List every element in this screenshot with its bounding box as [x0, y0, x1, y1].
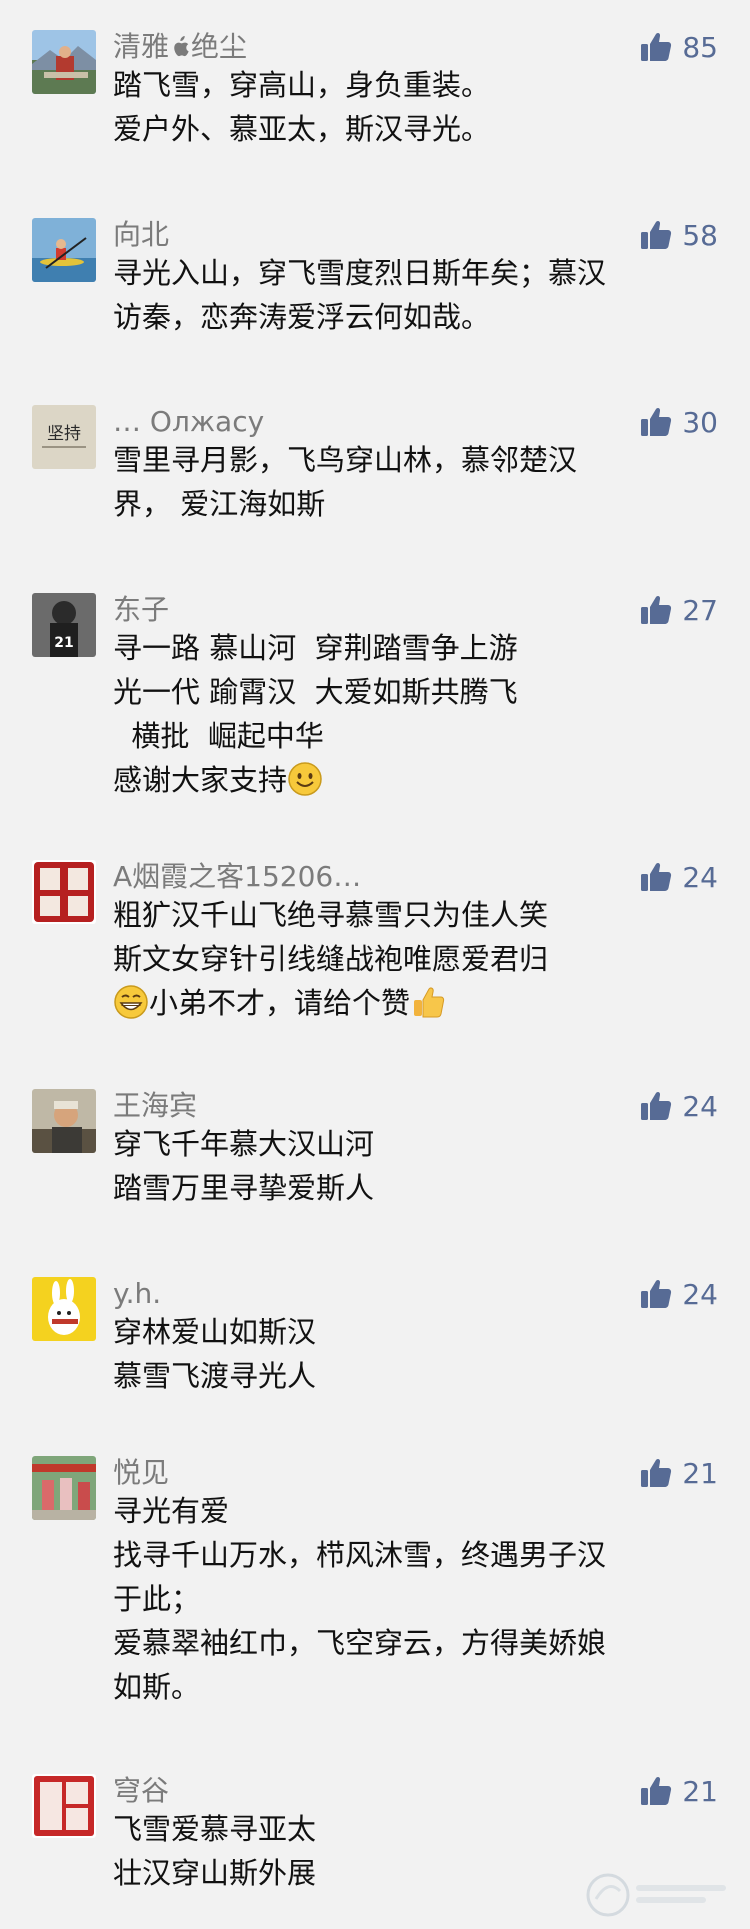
comment-text: 踏飞雪，穿高山，身负重装。 爱户外、慕亚太，斯汉寻光。	[113, 63, 693, 151]
avatar[interactable]	[32, 1089, 96, 1153]
comment-line: 雪里寻月影，飞鸟穿山林，慕邻楚汉	[113, 443, 578, 477]
like-count: 58	[682, 218, 718, 252]
svg-text:21: 21	[54, 635, 73, 651]
thumbs-up-icon	[641, 1091, 672, 1120]
comment-line-text: 感谢大家支持	[113, 763, 288, 797]
like-count: 24	[682, 860, 718, 894]
comment-nickname[interactable]: 悦见	[113, 1456, 169, 1490]
comment-nickname[interactable]: A烟霞之客15206…	[113, 860, 361, 894]
smiling-face-emoji	[288, 762, 322, 796]
like-button[interactable]: 58	[640, 218, 718, 252]
avatar[interactable]	[32, 1774, 96, 1838]
thumbs-up-icon	[641, 32, 672, 61]
comment-text: 穿飞千年慕大汉山河 踏雪万里寻挚爱斯人	[113, 1122, 693, 1210]
comment-line: 斯文女穿针引线缝战袍唯愿爱君归	[113, 942, 549, 976]
thumbs-up-icon	[641, 862, 672, 891]
like-count: 21	[682, 1774, 718, 1808]
comment-nickname[interactable]: 穹谷	[113, 1774, 169, 1808]
like-button[interactable]: 85	[640, 30, 718, 64]
comment-nickname[interactable]: y.h.	[113, 1277, 161, 1311]
comment-line: 感谢大家支持	[113, 758, 693, 802]
comment-text: 寻光入山，穿飞雪度烈日斯年矣；慕汉 访秦，恋奔涛爱浮云何如哉。	[113, 251, 693, 339]
like-button[interactable]: 24	[640, 1277, 718, 1311]
comment-line: 于此；	[113, 1582, 201, 1616]
comment-text: 寻光有爱 找寻千山万水，栉风沐雪，终遇男子汉 于此； 爱慕翠袖红巾，飞空穿云，方…	[113, 1489, 693, 1709]
comment-nickname[interactable]: 向北	[113, 218, 169, 252]
comment-nickname[interactable]: 东子	[113, 593, 169, 627]
avatar[interactable]	[32, 1456, 96, 1520]
like-button[interactable]: 21	[640, 1774, 718, 1808]
comment-text: 粗犷汉千山飞绝寻慕雪只为佳人笑 斯文女穿针引线缝战袍唯愿爱君归 小弟不才，请给个…	[113, 893, 693, 1025]
comment-line: 慕雪飞渡寻光人	[113, 1359, 317, 1393]
grinning-face-emoji	[114, 985, 148, 1019]
like-button[interactable]: 24	[640, 860, 718, 894]
thumbs-up-emoji	[414, 987, 445, 1018]
like-count: 24	[682, 1089, 718, 1123]
comment-line: 光一代 踰霄汉 大爱如斯共腾飞	[113, 675, 518, 709]
thumbs-up-icon	[641, 1458, 672, 1487]
comment-line: 爱慕翠袖红巾，飞空穿云，方得美娇娘	[113, 1626, 607, 1660]
apple-logo-icon	[174, 36, 189, 57]
like-button[interactable]: 30	[640, 405, 718, 439]
comment-text: 雪里寻月影，飞鸟穿山林，慕邻楚汉 界， 爱江海如斯	[113, 438, 693, 526]
avatar[interactable]: 21	[32, 593, 96, 657]
comment-line: 访秦，恋奔涛爱浮云何如哉。	[113, 300, 491, 334]
avatar[interactable]	[32, 218, 96, 282]
like-button[interactable]: 24	[640, 1089, 718, 1123]
thumbs-up-icon	[641, 595, 672, 624]
comment-line: 穿飞千年慕大汉山河	[113, 1127, 375, 1161]
like-count: 85	[682, 30, 718, 64]
comment-line: 小弟不才，请给个赞	[113, 981, 693, 1025]
thumbs-up-icon	[641, 1776, 672, 1805]
thumbs-up-icon	[641, 1279, 672, 1308]
comment-line: 找寻千山万水，栉风沐雪，终遇男子汉	[113, 1538, 607, 1572]
comment-line: 寻光有爱	[113, 1494, 230, 1528]
comment-line: 爱户外、慕亚太，斯汉寻光。	[113, 112, 491, 146]
thumbs-up-icon	[641, 407, 672, 436]
comment-list-page: 清雅 绝尘 85 踏飞雪，穿高山，身负重装。 爱户外、慕亚太，斯汉寻光。 向北 5	[0, 0, 750, 1929]
avatar[interactable]	[32, 30, 96, 94]
comment-nickname[interactable]: 清雅 绝尘	[113, 30, 247, 64]
like-count: 30	[682, 405, 718, 439]
comment-nickname[interactable]: 王海宾	[113, 1089, 197, 1123]
like-count: 24	[682, 1277, 718, 1311]
avatar[interactable]	[32, 1277, 96, 1341]
nickname-part: 清雅	[113, 30, 170, 63]
comment-line: 踏雪万里寻挚爱斯人	[113, 1171, 375, 1205]
comment-line: 横批 崛起中华	[113, 719, 324, 753]
comment-line: 飞雪爱慕寻亚太	[113, 1812, 317, 1846]
avatar[interactable]	[32, 860, 96, 924]
avatar-caption: 坚持	[47, 424, 81, 444]
nickname-part: 绝尘	[191, 30, 248, 63]
comment-line: 穿林爱山如斯汉	[113, 1315, 317, 1349]
like-count: 27	[682, 593, 718, 627]
comment-line-text: 小弟不才，请给个赞	[149, 986, 411, 1020]
comment-nickname[interactable]: … Олжасу	[113, 405, 264, 439]
like-button[interactable]: 27	[640, 593, 718, 627]
comment-line: 界， 爱江海如斯	[113, 487, 326, 521]
watermark-logo	[586, 1873, 726, 1917]
comment-line: 如斯。	[113, 1670, 201, 1704]
comment-line: 粗犷汉千山飞绝寻慕雪只为佳人笑	[113, 898, 549, 932]
comment-text: 穿林爱山如斯汉 慕雪飞渡寻光人	[113, 1310, 693, 1398]
comment-line: 寻光入山，穿飞雪度烈日斯年矣；慕汉	[113, 256, 607, 290]
like-count: 21	[682, 1456, 718, 1490]
like-button[interactable]: 21	[640, 1456, 718, 1490]
thumbs-up-icon	[641, 220, 672, 249]
comment-line: 寻一路 慕山河 穿荆踏雪争上游	[113, 631, 518, 665]
avatar[interactable]: 坚持	[32, 405, 96, 469]
comment-line: 踏飞雪，穿高山，身负重装。	[113, 68, 491, 102]
comment-text: 寻一路 慕山河 穿荆踏雪争上游 光一代 踰霄汉 大爱如斯共腾飞 横批 崛起中华 …	[113, 626, 693, 802]
